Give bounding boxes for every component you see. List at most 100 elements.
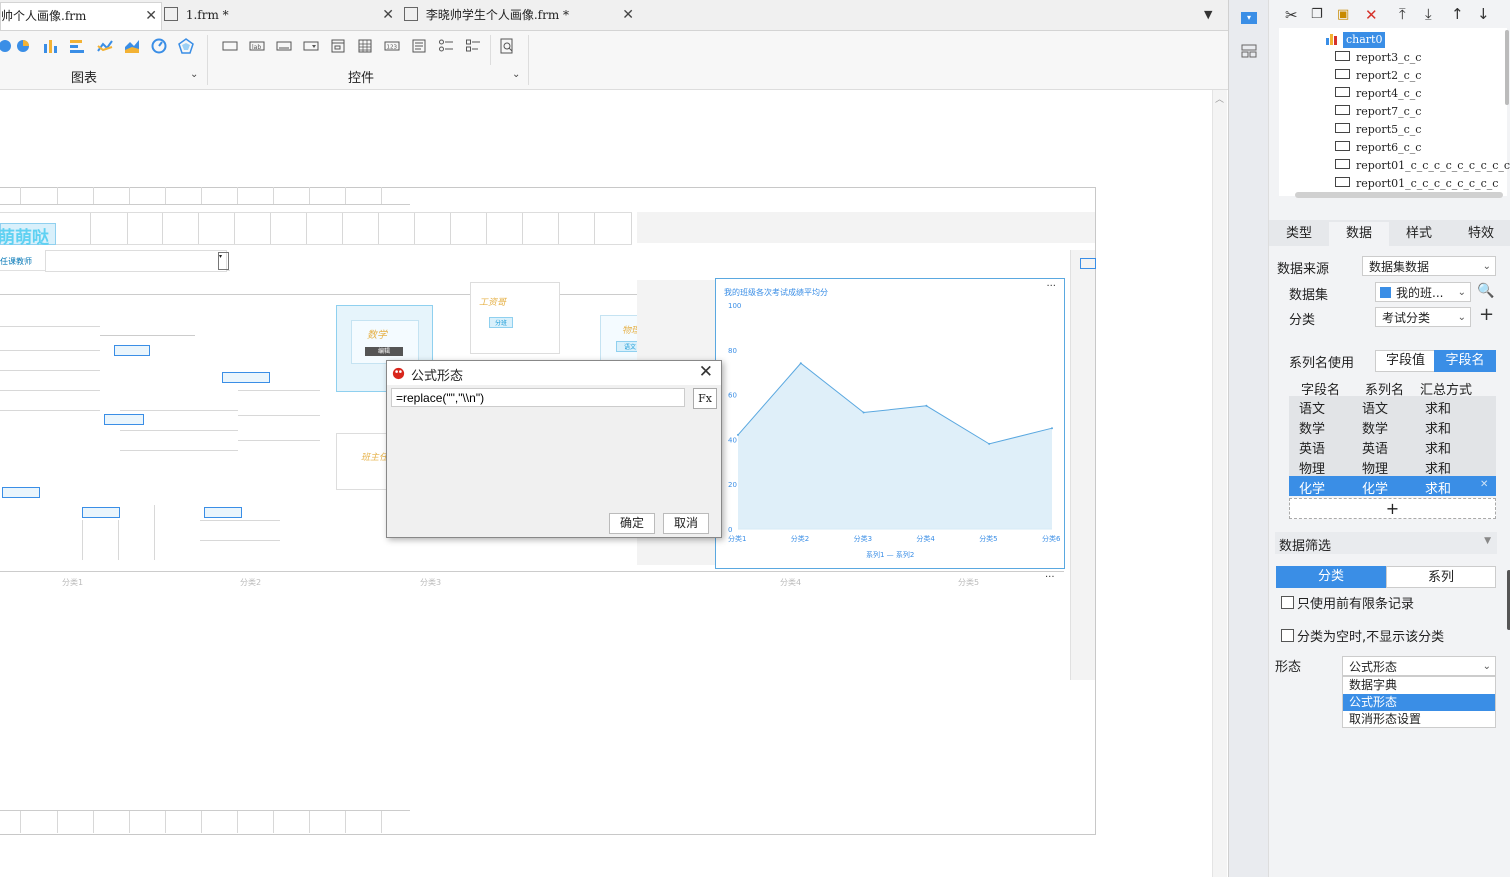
- move-down-icon[interactable]: ↓: [1477, 5, 1490, 23]
- table-row[interactable]: 语文 语文 求和: [1289, 396, 1496, 417]
- mini-chart-cell[interactable]: [2, 487, 40, 498]
- add-field-button[interactable]: +: [1289, 498, 1496, 519]
- dialog-titlebar[interactable]: 公式形态 ✕: [387, 361, 721, 385]
- pie-chart-icon[interactable]: [0, 38, 14, 54]
- horizontal-bar-icon[interactable]: [68, 38, 86, 54]
- tree-item-chart0[interactable]: chart0: [1343, 32, 1386, 48]
- line-chart-icon[interactable]: [96, 38, 114, 54]
- close-icon[interactable]: ✕: [145, 3, 157, 30]
- tab-student-portrait[interactable]: 帅个人画像.frm ✕: [0, 2, 162, 30]
- tree-item[interactable]: report01_c_c_c_c_c_c_c_c: [1335, 176, 1498, 192]
- category-select[interactable]: 考试分类 ⌄: [1375, 307, 1471, 327]
- button-widget-icon[interactable]: [275, 38, 293, 54]
- date-widget-icon[interactable]: [329, 38, 347, 54]
- tree-scrollbar[interactable]: [1505, 30, 1509, 105]
- filter-tab-category[interactable]: 分类: [1276, 566, 1386, 588]
- search-icon[interactable]: 🔍: [1477, 283, 1494, 299]
- mini-chart-cell[interactable]: [104, 414, 144, 425]
- label-widget-icon[interactable]: lab: [248, 38, 266, 54]
- tab-lixiaoshuai-portrait[interactable]: 李晓帅学生个人画像.frm * ✕: [402, 2, 638, 29]
- popup-teacher[interactable]: 班主任: [336, 433, 390, 490]
- tab-list-dropdown-icon[interactable]: ▼: [1204, 8, 1212, 21]
- search-widget-icon[interactable]: [498, 38, 516, 54]
- form-select[interactable]: 公式形态 ⌄: [1342, 656, 1496, 676]
- mini-chart-cell[interactable]: [222, 372, 270, 383]
- top-n-checkbox[interactable]: [1281, 596, 1294, 609]
- tab-data[interactable]: 数据: [1329, 222, 1389, 246]
- formula-editor-button[interactable]: Fx: [693, 388, 717, 409]
- delete-icon[interactable]: ✕: [1365, 6, 1378, 24]
- table-row[interactable]: 物理 物理 求和: [1289, 456, 1496, 477]
- tree-item[interactable]: report2_c_c: [1335, 68, 1421, 84]
- mini-chart-cell[interactable]: [82, 507, 120, 518]
- bar-chart-icon[interactable]: [41, 38, 59, 54]
- ok-button[interactable]: 确定: [609, 513, 655, 534]
- layout-panel-icon[interactable]: [1241, 44, 1257, 58]
- text-box-icon[interactable]: [221, 38, 239, 54]
- filter-tab-series[interactable]: 系列: [1386, 566, 1496, 588]
- mini-chart-cell[interactable]: [114, 345, 150, 356]
- pie-chart-icon[interactable]: [14, 38, 32, 54]
- table-row[interactable]: 数学 数学 求和: [1289, 416, 1496, 437]
- tree-item[interactable]: report4_c_c: [1335, 86, 1421, 102]
- chevron-down-icon[interactable]: ⌄: [512, 69, 520, 80]
- properties-panel-icon[interactable]: ▾: [1241, 12, 1257, 24]
- text-area-icon[interactable]: [410, 38, 428, 54]
- close-icon[interactable]: ✕: [699, 362, 713, 382]
- mini-chart-cell[interactable]: [204, 507, 242, 518]
- tree-item[interactable]: report01_c_c_c_c_c_c_c_c_c: [1335, 158, 1510, 174]
- tab-effects[interactable]: 特效: [1451, 222, 1510, 246]
- move-bottom-icon[interactable]: ⤓: [1425, 5, 1432, 23]
- teacher-combo[interactable]: [45, 250, 227, 272]
- calendar-icon[interactable]: [356, 38, 374, 54]
- data-source-select[interactable]: 数据集数据 ⌄: [1362, 256, 1496, 276]
- form-option[interactable]: 取消形态设置: [1343, 711, 1495, 728]
- field-table[interactable]: 语文 语文 求和 数学 数学 求和 英语 英语 求和 物理 物理 求和 化学 化…: [1289, 396, 1496, 497]
- popup-tag[interactable]: 分班: [489, 317, 513, 328]
- table-row[interactable]: 英语 英语 求和: [1289, 436, 1496, 457]
- data-filter-header[interactable]: 数据筛选 ▼: [1275, 532, 1497, 554]
- tree-item[interactable]: report6_c_c: [1335, 140, 1421, 156]
- page-more-icon[interactable]: ···: [1045, 572, 1055, 583]
- close-icon[interactable]: ✕: [622, 2, 634, 29]
- form-dropdown-list[interactable]: 数据字典 公式形态 取消形态设置: [1342, 676, 1496, 728]
- scroll-up-icon[interactable]: ︿: [1215, 92, 1224, 105]
- chevron-down-icon[interactable]: ⌄: [190, 69, 198, 80]
- tree-horizontal-scrollbar[interactable]: [1295, 192, 1503, 198]
- widget-tree[interactable]: chart0 report3_c_c report2_c_c report4_c…: [1279, 28, 1510, 196]
- cancel-button[interactable]: 取消: [663, 513, 709, 534]
- copy-icon[interactable]: ❐: [1311, 7, 1323, 22]
- gauge-chart-icon[interactable]: [150, 38, 168, 54]
- vertical-scrollbar[interactable]: ︿: [1212, 90, 1227, 877]
- tab-1-frm[interactable]: 1.frm * ✕: [162, 2, 398, 29]
- delete-row-icon[interactable]: ✕: [1480, 479, 1488, 490]
- move-up-icon[interactable]: ↑: [1451, 5, 1464, 23]
- form-option-selected[interactable]: 公式形态: [1343, 694, 1495, 711]
- ruler-marker[interactable]: [1080, 258, 1096, 269]
- series-use-field-name[interactable]: 字段名: [1434, 350, 1496, 372]
- formula-input[interactable]: [391, 388, 685, 407]
- paste-icon[interactable]: ▣: [1337, 7, 1349, 22]
- add-category-icon[interactable]: +: [1479, 304, 1494, 325]
- popup-table[interactable]: 工资哥 分班: [470, 282, 560, 354]
- move-top-icon[interactable]: ⤒: [1399, 5, 1406, 23]
- combo-box-icon[interactable]: [302, 38, 320, 54]
- combo-dropdown-icon[interactable]: ▾: [218, 252, 229, 270]
- checkbox-group-icon[interactable]: [464, 38, 482, 54]
- tab-type[interactable]: 类型: [1269, 222, 1329, 246]
- form-option[interactable]: 数据字典: [1343, 677, 1495, 694]
- tree-item[interactable]: report3_c_c: [1335, 50, 1421, 66]
- radar-chart-icon[interactable]: [177, 38, 195, 54]
- tab-style[interactable]: 样式: [1389, 222, 1449, 246]
- radio-group-icon[interactable]: [437, 38, 455, 54]
- area-chart[interactable]: 我的班级各次考试成绩平均分 ··· 0 20 40 60 80 100 分类1 分类2 分类3 分…: [715, 278, 1065, 569]
- cut-icon[interactable]: ✂: [1285, 6, 1298, 24]
- hide-empty-checkbox[interactable]: [1281, 629, 1294, 642]
- collapse-icon[interactable]: ▼: [1484, 536, 1491, 546]
- close-icon[interactable]: ✕: [382, 2, 394, 29]
- tree-item[interactable]: report7_c_c: [1335, 104, 1421, 120]
- tree-item[interactable]: report5_c_c: [1335, 122, 1421, 138]
- table-row-selected[interactable]: 化学 化学 求和 ✕: [1289, 476, 1496, 497]
- edit-button[interactable]: 编辑: [365, 347, 403, 356]
- number-widget-icon[interactable]: 123: [383, 38, 401, 54]
